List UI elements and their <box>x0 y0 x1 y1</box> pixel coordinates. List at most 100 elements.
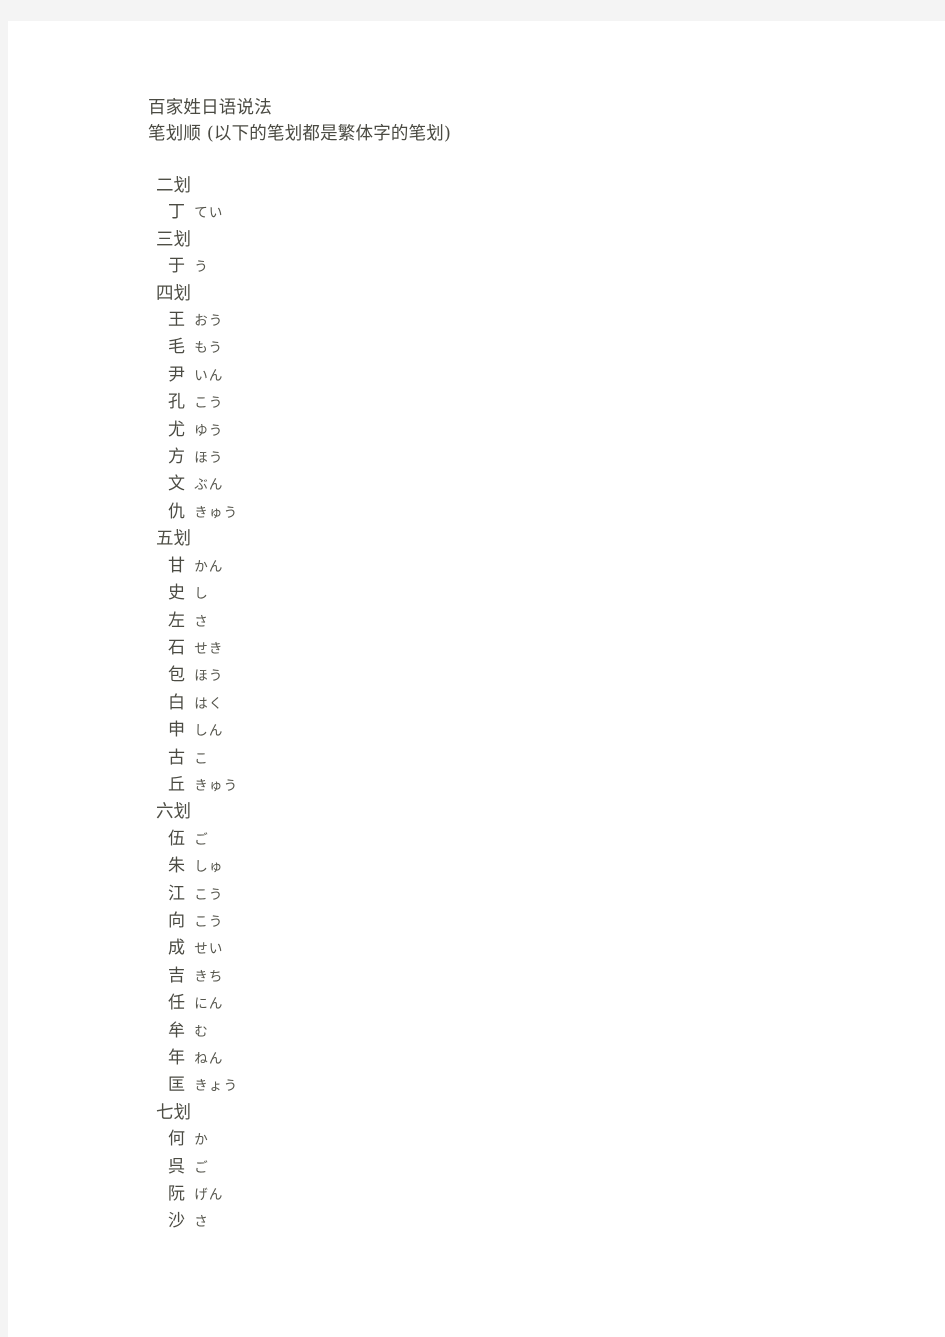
surname-reading: ご <box>194 1159 209 1176</box>
surname-character: 匡 <box>168 1075 186 1096</box>
surname-character: 阮 <box>168 1184 186 1205</box>
surname-character: 成 <box>168 938 186 959</box>
surname-reading: いん <box>194 367 224 384</box>
surname-character: 甘 <box>168 555 186 576</box>
section-heading: 五划 <box>156 529 191 550</box>
surname-reading: ご <box>194 831 209 848</box>
surname-entry: 石せき <box>148 635 908 662</box>
surname-entry: 丘きゅう <box>148 772 908 799</box>
surname-entry: 丁てい <box>148 199 908 226</box>
surname-reading: む <box>194 1023 209 1040</box>
section-heading: 四划 <box>156 283 191 304</box>
stroke-section: 四划王おう毛もう尹いん孔こう尤ゆう方ほう文ぶん仇きゅう <box>148 281 908 527</box>
surname-reading: きょう <box>194 1078 239 1095</box>
surname-character: 古 <box>168 747 186 768</box>
surname-character: 丘 <box>168 774 186 795</box>
surname-entry: 申しん <box>148 717 908 744</box>
surname-entry: 沙さ <box>148 1208 908 1235</box>
surname-reading: し <box>194 586 209 603</box>
surname-entry: 史し <box>148 580 908 607</box>
surname-character: 白 <box>168 692 186 713</box>
surname-reading: こう <box>194 913 224 930</box>
surname-character: 于 <box>168 256 186 277</box>
surname-character: 孔 <box>168 392 186 413</box>
stroke-section: 七划何か呉ご阮げん沙さ <box>148 1100 908 1236</box>
surname-entry: 尹いん <box>148 362 908 389</box>
surname-character: 史 <box>168 583 186 604</box>
surname-reading: にん <box>194 996 224 1013</box>
surname-character: 伍 <box>168 828 186 849</box>
surname-character: 任 <box>168 993 186 1014</box>
surname-entry: 年ねん <box>148 1045 908 1072</box>
surname-entry: 呉ご <box>148 1154 908 1181</box>
surname-entry: 匡きょう <box>148 1072 908 1099</box>
page-subtitle: 笔划顺 (以下的笔划都是繁体字的笔划) <box>148 124 452 144</box>
surname-entry: 孔こう <box>148 389 908 416</box>
surname-entry: 仇きゅう <box>148 499 908 526</box>
surname-reading: おう <box>194 313 224 330</box>
surname-reading: せい <box>194 941 224 958</box>
surname-reading: ゆう <box>194 422 224 439</box>
surname-character: 左 <box>168 610 186 631</box>
surname-entry: 方ほう <box>148 444 908 471</box>
surname-character: 申 <box>168 720 186 741</box>
surname-character: 向 <box>168 910 186 931</box>
surname-character: 包 <box>168 665 186 686</box>
surname-reading: ぶん <box>194 477 224 494</box>
surname-character: 王 <box>168 310 186 331</box>
surname-character: 年 <box>168 1048 186 1068</box>
surname-character: 方 <box>168 447 186 468</box>
surname-entry: 甘かん <box>148 553 908 580</box>
surname-entry: 阮げん <box>148 1181 908 1208</box>
surname-character: 仇 <box>168 501 186 522</box>
surname-reading: もう <box>194 340 224 357</box>
section-heading: 六划 <box>156 802 191 823</box>
stroke-section: 三划于う <box>148 227 908 281</box>
surname-entry: 任にん <box>148 990 908 1017</box>
surname-character: 尹 <box>168 364 186 385</box>
surname-entry: 毛もう <box>148 334 908 361</box>
surname-entry: 吉きち <box>148 963 908 990</box>
surname-character: 尤 <box>168 419 186 440</box>
surname-character: 石 <box>168 637 186 658</box>
surname-character: 文 <box>168 474 186 495</box>
surname-reading: ほう <box>194 668 224 685</box>
surname-reading: せき <box>194 640 224 657</box>
surname-reading: さ <box>194 613 209 630</box>
surname-reading: う <box>194 259 209 276</box>
surname-entry: 牟む <box>148 1018 908 1045</box>
surname-character: 丁 <box>168 202 186 223</box>
surname-reading: こう <box>194 886 224 903</box>
page-title: 百家姓日语说法 <box>148 98 272 118</box>
section-heading: 二划 <box>156 176 191 196</box>
surname-character: 呉 <box>168 1156 186 1177</box>
surname-entry: 尤ゆう <box>148 417 908 444</box>
surname-character: 牟 <box>168 1020 186 1041</box>
stroke-sections-list: 二划丁てい 三划于う四划王おう毛もう尹いん孔こう尤ゆう方ほう文ぶん仇きゅう 五划甘か… <box>148 173 908 1236</box>
surname-reading: きゅう <box>194 777 239 794</box>
stroke-section: 二划丁てい <box>148 173 908 227</box>
surname-reading: ほう <box>194 450 224 467</box>
surname-entry: 成せい <box>148 935 908 962</box>
surname-reading: しゅ <box>194 859 224 876</box>
surname-entry: 于う <box>148 253 908 280</box>
surname-character: 沙 <box>168 1211 186 1232</box>
surname-reading: ねん <box>194 1051 224 1067</box>
surname-reading: こう <box>194 395 224 412</box>
surname-entry: 伍ご <box>148 826 908 853</box>
document-content: 百家姓日语说法 笔划顺 (以下的笔划都是繁体字的笔划) 二划丁てい 三划于う四划王… <box>148 95 908 1236</box>
surname-reading: さ <box>194 1214 209 1231</box>
surname-reading: はく <box>194 695 224 712</box>
surname-character: 毛 <box>168 337 186 358</box>
section-heading: 三划 <box>156 229 191 250</box>
surname-entry: 古こ <box>148 745 908 772</box>
surname-character: 朱 <box>168 856 186 877</box>
surname-entry: 朱しゅ <box>148 853 908 880</box>
document-page: 百家姓日语说法 笔划顺 (以下的笔划都是繁体字的笔划) 二划丁てい 三划于う四划王… <box>8 21 945 1337</box>
surname-entry: 包ほう <box>148 662 908 689</box>
surname-reading: か <box>194 1132 209 1149</box>
section-heading: 七划 <box>156 1102 191 1123</box>
surname-reading: かん <box>194 558 224 575</box>
surname-character: 何 <box>168 1129 186 1150</box>
